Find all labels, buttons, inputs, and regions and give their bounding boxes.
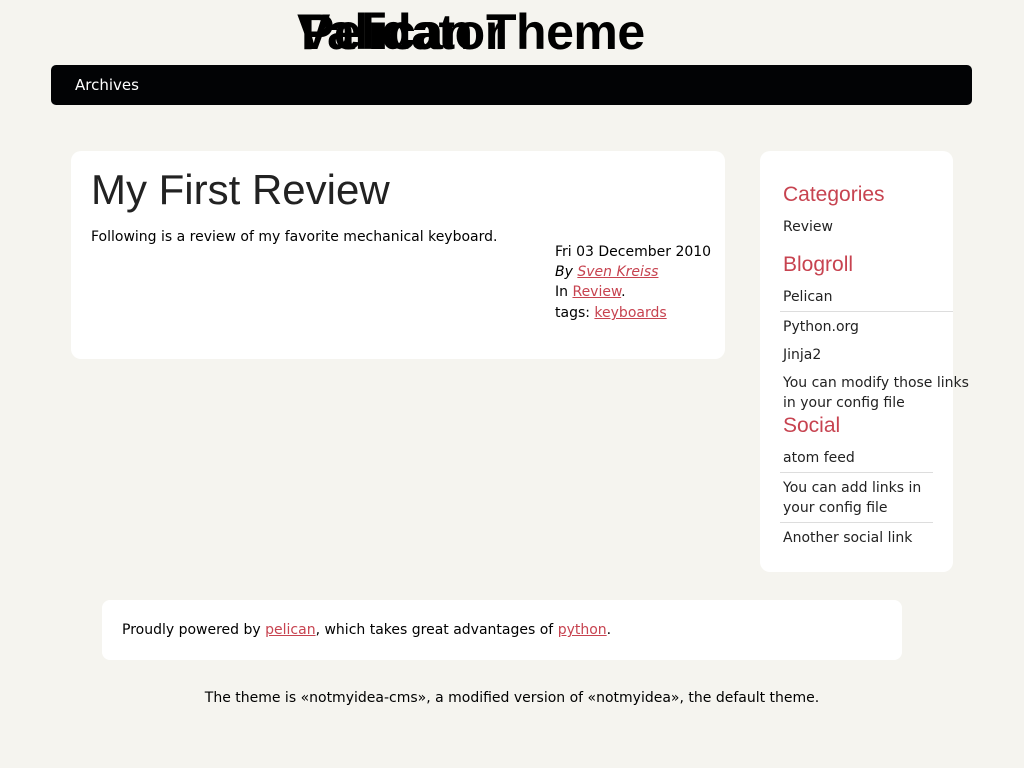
blogroll-note-line-1[interactable]: You can modify those links: [783, 373, 969, 393]
nav-bar: Archives: [51, 65, 972, 105]
category-suffix: .: [621, 284, 626, 300]
categories-heading: Categories: [783, 183, 885, 206]
category-link[interactable]: Review: [572, 284, 621, 300]
author-link[interactable]: Sven Kreiss: [577, 264, 658, 280]
powered-by-line: Proudly powered by pelican, which takes …: [122, 620, 611, 640]
by-label: By: [555, 264, 573, 280]
theme-note: The theme is «notmyidea-cms», a modified…: [204, 690, 820, 706]
blogroll-heading: Blogroll: [783, 253, 854, 276]
article-card: My First Review Following is a review of…: [71, 151, 725, 359]
powered-prefix: Proudly powered by: [122, 622, 266, 638]
article-summary: Following is a review of my favorite mec…: [91, 229, 498, 245]
article-tags-line: tags: keyboards: [555, 304, 667, 322]
social-divider-1: [780, 472, 933, 473]
blogroll-item-jinja2[interactable]: Jinja2: [783, 345, 821, 365]
social-item-another[interactable]: Another social link: [783, 528, 912, 548]
footer-box: Proudly powered by pelican, which takes …: [102, 600, 902, 660]
site-title[interactable]: Validator Pelican Theme: [297, 4, 717, 60]
category-item-review[interactable]: Review: [783, 217, 833, 237]
article-author-line: By Sven Kreiss: [555, 263, 658, 281]
tag-link-keyboards[interactable]: keyboards: [594, 305, 666, 321]
article-category-line: In Review.: [555, 283, 626, 301]
article-date: Fri 03 December 2010: [555, 244, 712, 260]
in-label: In: [555, 284, 569, 300]
python-link[interactable]: python: [558, 622, 607, 638]
blogroll-divider: [780, 311, 953, 312]
social-divider-2: [780, 522, 933, 523]
social-note-line-2[interactable]: your config file: [783, 498, 888, 518]
powered-suffix: .: [606, 622, 612, 638]
social-item-atom-feed[interactable]: atom feed: [783, 448, 855, 468]
tags-label: tags:: [555, 305, 590, 321]
blogroll-item-pelican[interactable]: Pelican: [783, 287, 833, 307]
social-heading: Social: [783, 414, 841, 437]
site-title-layer-2: Pelican Theme: [301, 4, 645, 60]
social-note-line-1[interactable]: You can add links in: [783, 478, 921, 498]
nav-link-archives[interactable]: Archives: [75, 75, 139, 95]
blogroll-note-line-2[interactable]: in your config file: [783, 393, 905, 413]
blogroll-item-python[interactable]: Python.org: [783, 317, 859, 337]
pelican-link[interactable]: pelican: [265, 622, 315, 638]
sidebar: Categories Review Blogroll Pelican Pytho…: [760, 151, 969, 572]
powered-middle: , which takes great advantages of: [315, 622, 558, 638]
article-title[interactable]: My First Review: [91, 165, 390, 215]
